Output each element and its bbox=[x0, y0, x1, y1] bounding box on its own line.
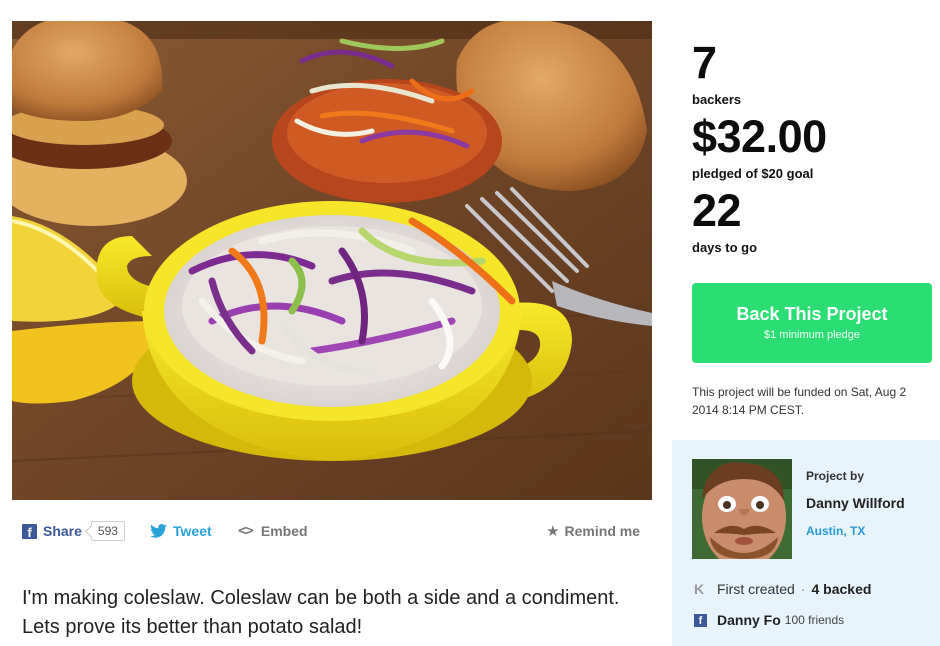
days-stat: 22 days to go bbox=[692, 185, 758, 256]
days-label: days to go bbox=[692, 240, 758, 255]
embed-button[interactable]: <> Embed bbox=[238, 519, 308, 543]
pledged-label: pledged of $20 goal bbox=[692, 166, 814, 181]
share-count: 593 bbox=[90, 521, 125, 541]
creator-card: Project by Danny Willford Austin, TX K F… bbox=[672, 440, 940, 646]
facebook-friends-count: 100 friends bbox=[784, 613, 845, 627]
back-this-project-button[interactable]: Back This Project $1 minimum pledge bbox=[692, 283, 932, 363]
twitter-icon bbox=[150, 524, 167, 538]
creator-facebook: f Danny Fo 100 friends bbox=[694, 612, 844, 628]
creator-name[interactable]: Danny Willford bbox=[806, 495, 905, 511]
star-icon: ★ bbox=[546, 523, 560, 540]
share-bar: f Share 593 Tweet <> Embed ★ Remind me bbox=[22, 519, 644, 543]
kickstarter-k-icon: K bbox=[694, 581, 705, 597]
code-icon: <> bbox=[238, 523, 254, 539]
backed-count-link[interactable]: 4 backed bbox=[811, 581, 871, 597]
pledged-stat: $32.00 pledged of $20 goal bbox=[692, 111, 827, 182]
tweet-button[interactable]: Tweet bbox=[150, 519, 212, 543]
backers-stat: 7 backers bbox=[692, 37, 742, 108]
share-label: Share bbox=[43, 523, 82, 539]
remind-me-button[interactable]: ★ Remind me bbox=[546, 519, 640, 543]
facebook-share-button[interactable]: f Share 593 bbox=[22, 519, 125, 543]
project-description: I'm making coleslaw. Coleslaw can be bot… bbox=[22, 587, 620, 638]
project-by-label: Project by bbox=[806, 469, 865, 483]
facebook-icon: f bbox=[22, 523, 37, 539]
backers-count: 7 bbox=[692, 37, 717, 88]
project-hero-image bbox=[12, 21, 652, 500]
remind-label: Remind me bbox=[564, 523, 640, 539]
facebook-name[interactable]: Danny Fo bbox=[717, 612, 781, 628]
back-button-title: Back This Project bbox=[736, 304, 888, 324]
creator-location-link[interactable]: Austin, TX bbox=[806, 524, 865, 538]
first-created-label: First created bbox=[717, 581, 795, 597]
creator-avatar[interactable] bbox=[692, 459, 792, 559]
backers-label: backers bbox=[692, 92, 742, 107]
separator-dot: · bbox=[800, 581, 806, 597]
pledged-amount: $32.00 bbox=[692, 111, 827, 162]
creator-history: K First created · 4 backed bbox=[694, 581, 871, 597]
minimum-pledge-note: $1 minimum pledge bbox=[764, 329, 860, 341]
facebook-icon: f bbox=[694, 613, 707, 627]
funding-deadline-note: This project will be funded on Sat, Aug … bbox=[692, 385, 907, 417]
days-count: 22 bbox=[692, 185, 742, 236]
tweet-label: Tweet bbox=[173, 523, 212, 539]
embed-label: Embed bbox=[260, 523, 308, 539]
